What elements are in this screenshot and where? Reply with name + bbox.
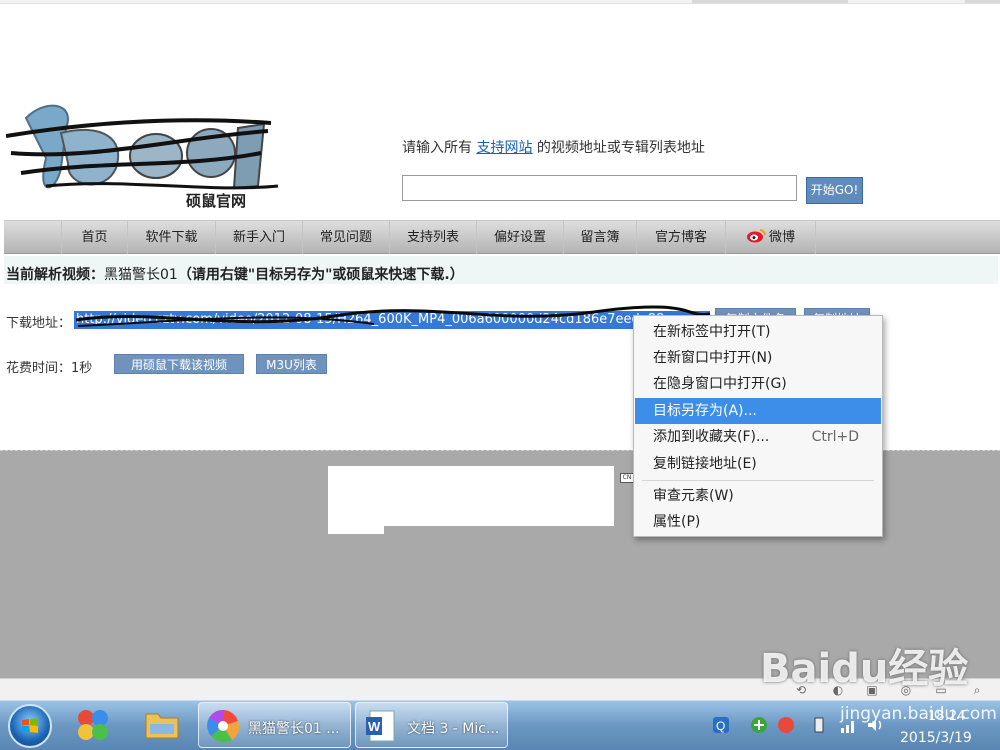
tray-device-icon[interactable] (810, 716, 828, 734)
nav-item-label: 微博 (768, 230, 795, 245)
main-nav: 首页 软件下载 新手入门 常见问题 支持列表 偏好设置 留言簿 官方博客 微博 (4, 220, 1000, 254)
watermark-domain: jingyan.baidu.com (840, 704, 997, 724)
nav-item-label: 官方博客 (654, 230, 707, 245)
nav-item-label: 常见问题 (319, 230, 372, 245)
menu-item-label: 审查元素(W) (653, 488, 734, 504)
tray-shield-icon[interactable] (750, 716, 768, 734)
url-prompt: 请输入所有 支持网站 的视频地址或专辑列表地址 (402, 137, 705, 157)
elapsed-time: 花费时间：1秒 (6, 361, 93, 376)
nav-item-label: 首页 (81, 230, 108, 245)
tray-clock-date[interactable]: 2015/3/19 (900, 730, 972, 746)
start-button[interactable] (8, 704, 52, 748)
menu-properties[interactable]: 属性(P) (635, 509, 881, 535)
menu-shortcut: Ctrl+D (811, 429, 859, 445)
zoom-icon[interactable]: ⌕ (969, 682, 985, 698)
video-title: 黑猫警长01 (104, 267, 178, 283)
browser-top-strip (0, 0, 1000, 4)
nav-item-software-download[interactable]: 软件下载 (127, 221, 215, 254)
taskbar-app-player[interactable] (70, 702, 118, 748)
menu-item-label: 目标另存为(A)... (653, 403, 757, 419)
menu-item-label: 复制链接地址(E) (653, 456, 757, 472)
player-placeholder (328, 466, 614, 526)
folder-icon (145, 713, 179, 739)
download-url-label: 下载地址： (6, 316, 72, 331)
tray-app-icon[interactable] (777, 716, 795, 734)
nav-item-official-blog[interactable]: 官方博客 (636, 221, 725, 254)
m3u-list-button[interactable]: M3U列表 (256, 354, 327, 374)
menu-inspect-element[interactable]: 审查元素(W) (635, 483, 881, 509)
taskbar-app-explorer[interactable] (138, 702, 186, 748)
menu-item-label: 在新标签中打开(T) (653, 324, 771, 340)
nav-item-faq[interactable]: 常见问题 (302, 221, 389, 254)
tray-clock-time[interactable]: 18:24 (928, 709, 965, 724)
taskbar-app-label: 黑猫警长01 ... (248, 721, 340, 737)
tray-q-icon[interactable]: Q (712, 716, 730, 734)
nav-item-label: 支持列表 (406, 230, 459, 245)
menu-item-label: 属性(P) (653, 514, 701, 530)
player-placeholder-tab (328, 520, 384, 534)
logo-caption: 硕鼠官网 (186, 192, 247, 210)
video-url-input[interactable] (402, 175, 797, 201)
nav-item-beginner[interactable]: 新手入门 (215, 221, 302, 254)
nav-item-guestbook[interactable]: 留言簿 (563, 221, 636, 254)
site-logo[interactable] (6, 98, 296, 218)
parse-heading: 当前解析视频： (6, 267, 104, 283)
svg-text:Q: Q (716, 719, 725, 733)
nav-item-preferences[interactable]: 偏好设置 (476, 221, 563, 254)
nav-item-home[interactable]: 首页 (61, 221, 127, 254)
nav-filler (815, 221, 1000, 254)
parse-info: 当前解析视频：黑猫警长01（请用右键"目标另存为"或硕鼠来快速下载.） (6, 264, 464, 284)
top-strip-segment (965, 0, 1000, 3)
menu-item-label: 在隐身窗口中打开(G) (653, 376, 787, 392)
nav-left-cap (4, 221, 61, 254)
top-strip-segment (692, 0, 848, 3)
nav-item-support-list[interactable]: 支持列表 (389, 221, 476, 254)
menu-add-to-favorites[interactable]: 添加到收藏夹(F)... Ctrl+D (635, 424, 881, 450)
tiny-badge-icon: CN (620, 473, 634, 483)
menu-item-label: 在新窗口中打开(N) (653, 350, 773, 366)
browser-icon (207, 709, 240, 743)
supported-sites-link[interactable]: 支持网站 (476, 140, 532, 156)
nav-item-weibo[interactable]: 微博 (725, 221, 815, 254)
svg-text:W: W (368, 719, 381, 734)
weibo-icon (746, 229, 766, 243)
parse-hint: （请用右键"目标另存为"或硕鼠来快速下载.） (177, 267, 464, 283)
taskbar-app-label: 文档 3 - Mic... (407, 721, 500, 737)
menu-open-new-tab[interactable]: 在新标签中打开(T) (635, 319, 881, 345)
menu-copy-link-address[interactable]: 复制链接地址(E) (635, 451, 881, 477)
prompt-prefix: 请输入所有 (402, 140, 472, 156)
scribble-overlay (75, 305, 711, 327)
nav-item-label: 留言簿 (580, 230, 620, 245)
windows-logo-icon (22, 718, 38, 733)
menu-open-incognito[interactable]: 在隐身窗口中打开(G) (635, 371, 881, 397)
nav-item-label: 新手入门 (232, 230, 285, 245)
menu-separator (642, 480, 874, 481)
start-go-button[interactable]: 开始GO! (806, 177, 863, 204)
word-icon: W (366, 710, 395, 742)
shuoshu-download-button[interactable]: 用硕鼠下载该视频 (114, 354, 244, 374)
context-menu: 在新标签中打开(T) 在新窗口中打开(N) 在隐身窗口中打开(G) 目标另存为(… (633, 315, 883, 537)
media-app-icon (78, 710, 108, 740)
baidu-watermark: Baidu经验 (760, 646, 969, 692)
menu-open-new-window[interactable]: 在新窗口中打开(N) (635, 345, 881, 371)
menu-save-target-as[interactable]: 目标另存为(A)... (635, 398, 881, 424)
nav-item-label: 偏好设置 (493, 230, 546, 245)
menu-item-label: 添加到收藏夹(F)... (653, 429, 770, 445)
nav-item-label: 软件下载 (145, 230, 198, 245)
prompt-suffix: 的视频地址或专辑列表地址 (536, 140, 705, 156)
